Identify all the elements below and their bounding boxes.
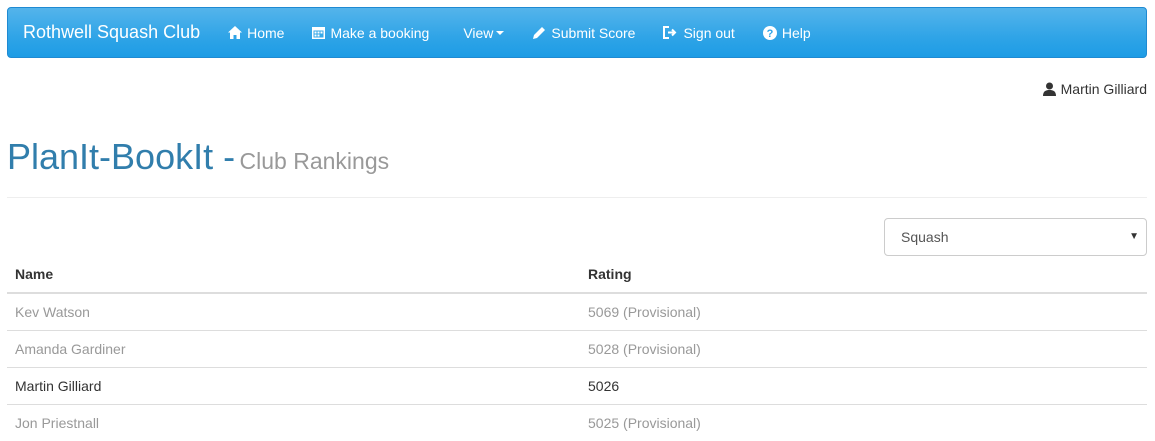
page-title: PlanIt-BookIt - Club Rankings [7,136,389,178]
player-name: Kev Watson [7,293,580,331]
user-icon [1043,82,1056,96]
nav-submit-score-label: Submit Score [551,25,635,41]
navbar: Rothwell Squash Club Home Make a booking… [7,7,1147,58]
caret-down-icon [496,31,504,35]
user-name: Martin Gilliard [1061,81,1147,97]
nav-view-dropdown[interactable]: View [443,25,518,41]
column-header-name: Name [7,256,580,293]
player-name: Amanda Gardiner [7,331,580,368]
nav-help[interactable]: ? Help [749,25,825,41]
table-row: Amanda Gardiner 5028 (Provisional) [7,331,1147,368]
sport-select[interactable]: Squash ▼ [884,218,1147,256]
nav-home[interactable]: Home [214,25,298,41]
player-name: Martin Gilliard [7,368,580,405]
player-rating: 5028 (Provisional) [580,331,1147,368]
nav-submit-score[interactable]: Submit Score [518,25,649,41]
nav-sign-out-label: Sign out [683,25,734,41]
player-rating: 5025 (Provisional) [580,405,1147,441]
nav-home-label: Home [247,25,284,41]
home-icon [228,26,242,39]
select-arrow-icon: ▼ [1129,231,1139,242]
column-header-rating: Rating [580,256,1147,293]
nav-make-booking[interactable]: Make a booking [298,25,443,41]
page-title-main: PlanIt-BookIt - [7,136,235,177]
sport-select-value: Squash [901,229,948,245]
header-divider [7,197,1147,198]
nav-make-booking-label: Make a booking [330,25,429,41]
help-icon: ? [763,26,777,40]
brand-link[interactable]: Rothwell Squash Club [23,22,200,43]
player-rating: 5026 [580,368,1147,405]
current-user: Martin Gilliard [1043,81,1147,97]
table-row: Jon Priestnall 5025 (Provisional) [7,405,1147,441]
player-rating: 5069 (Provisional) [580,293,1147,331]
sign-out-icon [663,26,678,39]
nav-help-label: Help [782,25,811,41]
table-row-current-user: Martin Gilliard 5026 [7,368,1147,405]
player-name: Jon Priestnall [7,405,580,441]
svg-text:?: ? [766,28,773,40]
pencil-icon [532,26,546,40]
nav-view-label: View [463,25,493,41]
table-row: Kev Watson 5069 (Provisional) [7,293,1147,331]
table-header-row: Name Rating [7,256,1147,293]
rankings-table: Name Rating Kev Watson 5069 (Provisional… [7,256,1147,441]
page-subtitle: Club Rankings [240,148,390,174]
nav-sign-out[interactable]: Sign out [649,25,748,41]
calendar-icon [312,26,325,39]
